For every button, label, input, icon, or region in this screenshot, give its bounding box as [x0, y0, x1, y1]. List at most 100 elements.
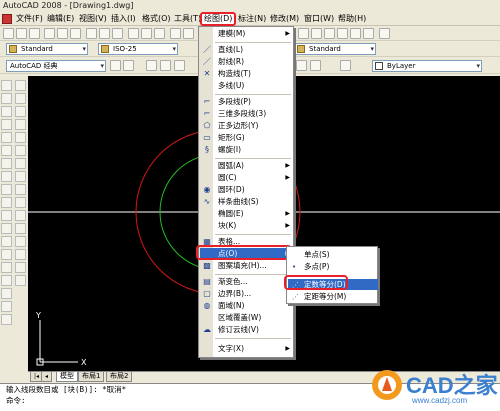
color-control-icon[interactable] [340, 60, 351, 71]
rotate-tool-icon[interactable] [15, 158, 26, 169]
menu-item-ellipse[interactable]: 椭圆(E) ▶ [200, 208, 294, 220]
menu-item-ray[interactable]: ／射线(R) [200, 56, 294, 68]
fillet-tool-icon[interactable] [15, 262, 26, 273]
preview-icon[interactable] [57, 28, 68, 39]
hatch-tool-icon[interactable] [1, 262, 12, 273]
region-tool-icon[interactable] [1, 288, 12, 299]
menu-modify[interactable]: 修改(M) [268, 13, 301, 25]
menu-item-block[interactable]: 块(K) ▶ [200, 220, 294, 232]
revcloud-tool-icon[interactable] [1, 171, 12, 182]
layer-manager-icon[interactable] [146, 60, 157, 71]
move-tool-icon[interactable] [15, 145, 26, 156]
mtext-tool-icon[interactable] [1, 314, 12, 325]
break-tool-icon[interactable] [15, 223, 26, 234]
table-style-select[interactable]: Standard [294, 43, 376, 55]
stretch-tool-icon[interactable] [15, 184, 26, 195]
publish-icon[interactable] [70, 28, 81, 39]
menu-item-boundary[interactable]: ▢ 边界(B)... [200, 288, 294, 300]
workspace-select[interactable]: AutoCAD 经典 [6, 60, 106, 72]
polygon-tool-icon[interactable] [1, 119, 12, 130]
text-style-select[interactable]: Standard [6, 43, 88, 55]
properties-icon[interactable] [298, 28, 309, 39]
menu-item-region[interactable]: ◍ 面域(N) [200, 300, 294, 312]
new-file-icon[interactable] [3, 28, 14, 39]
copy-icon[interactable] [99, 28, 110, 39]
menu-draw[interactable]: 绘图(D) [200, 12, 237, 26]
menu-item-multiple-point[interactable]: • 多点(P) [288, 261, 378, 272]
ellipse-tool-icon[interactable] [1, 197, 12, 208]
menu-item-arc[interactable]: 圆弧(A) ▶ [200, 160, 294, 172]
ellipse-arc-tool-icon[interactable] [1, 210, 12, 221]
print-icon[interactable] [44, 28, 55, 39]
construction-line-tool-icon[interactable] [1, 93, 12, 104]
zoom-icon[interactable] [183, 28, 194, 39]
menu-item-circle[interactable]: 圆(C) ▶ [200, 172, 294, 184]
markup-icon[interactable] [350, 28, 361, 39]
layer-state-icon[interactable] [160, 60, 171, 71]
menu-item-multiline[interactable]: 多线(U) [200, 80, 294, 92]
menu-item-single-point[interactable]: 单点(S) [288, 249, 378, 260]
spline-tool-icon[interactable] [1, 184, 12, 195]
polyline-tool-icon[interactable] [1, 106, 12, 117]
help-icon[interactable] [379, 28, 390, 39]
rectangle-tool-icon[interactable] [1, 132, 12, 143]
tab-model[interactable]: 模型 [56, 372, 78, 382]
dim-style-select[interactable]: ISO-25 [98, 43, 178, 55]
menu-item-spline[interactable]: ∿ 样条曲线(S) [200, 196, 294, 208]
match-properties-icon[interactable] [128, 28, 139, 39]
menu-file[interactable]: 文件(F) [14, 13, 45, 25]
pan-icon[interactable] [170, 28, 181, 39]
mirror-tool-icon[interactable] [15, 106, 26, 117]
save-icon[interactable] [29, 28, 40, 39]
undo-icon[interactable] [141, 28, 152, 39]
join-tool-icon[interactable] [15, 236, 26, 247]
menu-item-3d-polyline[interactable]: ⌐ 三维多段线(3) [200, 108, 294, 120]
menu-item-polyline[interactable]: ⌐ 多段线(P) [200, 96, 294, 108]
tab-layout2[interactable]: 布局2 [106, 372, 133, 382]
array-tool-icon[interactable] [15, 132, 26, 143]
menu-window[interactable]: 窗口(W) [302, 13, 336, 25]
design-center-icon[interactable] [311, 28, 322, 39]
menu-item-wipeout[interactable]: 区域覆盖(W) [200, 312, 294, 324]
tab-nav-prev-icon[interactable]: ◂ [41, 372, 53, 382]
workspace-save-icon[interactable] [123, 60, 134, 71]
menu-item-helix[interactable]: § 螺旋(I) [200, 144, 294, 156]
layer-freeze-icon[interactable] [174, 60, 185, 71]
offset-tool-icon[interactable] [15, 119, 26, 130]
explode-tool-icon[interactable] [15, 275, 26, 286]
cut-icon[interactable] [86, 28, 97, 39]
menu-item-line[interactable]: ／直线(L) [200, 44, 294, 56]
menu-dimension[interactable]: 标注(N) [236, 13, 268, 25]
tool-palettes-icon[interactable] [324, 28, 335, 39]
tab-layout1[interactable]: 布局1 [78, 372, 105, 382]
menu-item-donut[interactable]: ◉ 圆环(D) [200, 184, 294, 196]
autocad-app-icon[interactable] [2, 14, 12, 24]
menu-item-rectangle[interactable]: ▭ 矩形(G) [200, 132, 294, 144]
circle-tool-icon[interactable] [1, 158, 12, 169]
menu-item-hatch[interactable]: ▩ 图案填充(H)... [200, 260, 294, 272]
menu-item-modeling[interactable]: 建模(M) ▶ [200, 28, 294, 40]
paste-icon[interactable] [112, 28, 123, 39]
menu-item-gradient[interactable]: ▤ 渐变色... [200, 276, 294, 288]
redo-icon[interactable] [154, 28, 165, 39]
scale-tool-icon[interactable] [15, 171, 26, 182]
sheet-set-icon[interactable] [337, 28, 348, 39]
menu-item-revcloud[interactable]: ☁ 修订云线(V) [200, 324, 294, 336]
trim-tool-icon[interactable] [15, 197, 26, 208]
menu-tools[interactable]: 工具(T) [172, 13, 203, 25]
open-file-icon[interactable] [16, 28, 27, 39]
line-tool-icon[interactable] [1, 80, 12, 91]
workspace-settings-icon[interactable] [110, 60, 121, 71]
layer-iso-icon[interactable] [310, 60, 321, 71]
menu-item-polygon[interactable]: ⬠ 正多边形(Y) [200, 120, 294, 132]
layer-previous-icon[interactable] [296, 60, 307, 71]
gradient-tool-icon[interactable] [1, 275, 12, 286]
menu-item-measure[interactable]: ⋰ 定距等分(M) [288, 291, 378, 302]
menu-insert[interactable]: 插入(I) [109, 13, 138, 25]
menu-format[interactable]: 格式(O) [140, 13, 173, 25]
linetype-select[interactable]: ByLayer [372, 60, 482, 72]
arc-tool-icon[interactable] [1, 145, 12, 156]
menu-item-construction-line[interactable]: ✕ 构造线(T) [200, 68, 294, 80]
table-tool-icon[interactable] [1, 301, 12, 312]
copy-tool-icon[interactable] [15, 93, 26, 104]
